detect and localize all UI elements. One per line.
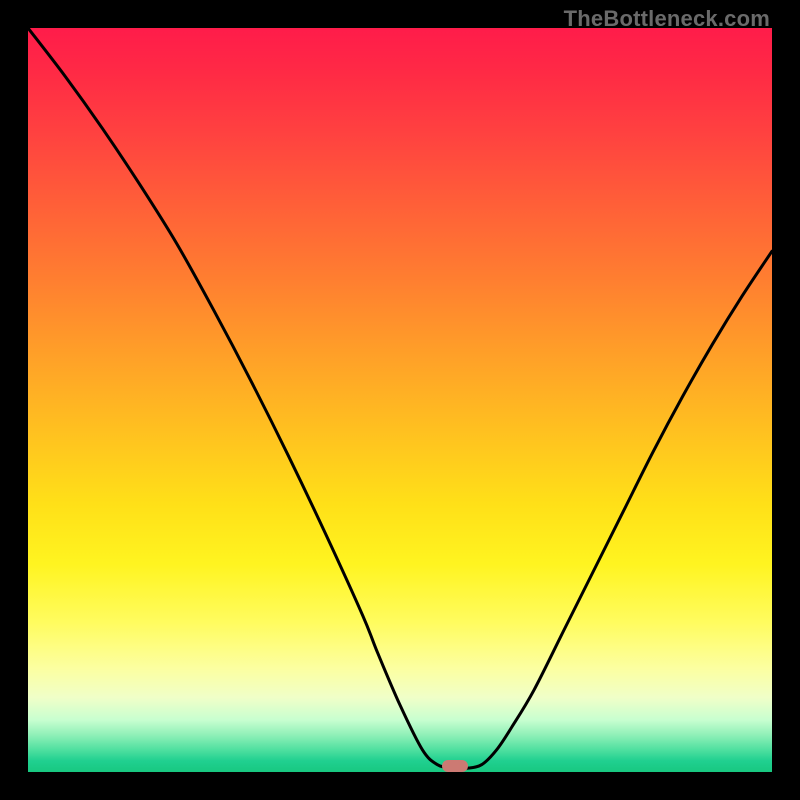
optimal-point-marker (442, 760, 468, 772)
plot-area (28, 28, 772, 772)
curve-svg (28, 28, 772, 772)
chart-frame: TheBottleneck.com (0, 0, 800, 800)
bottleneck-curve (28, 28, 772, 769)
